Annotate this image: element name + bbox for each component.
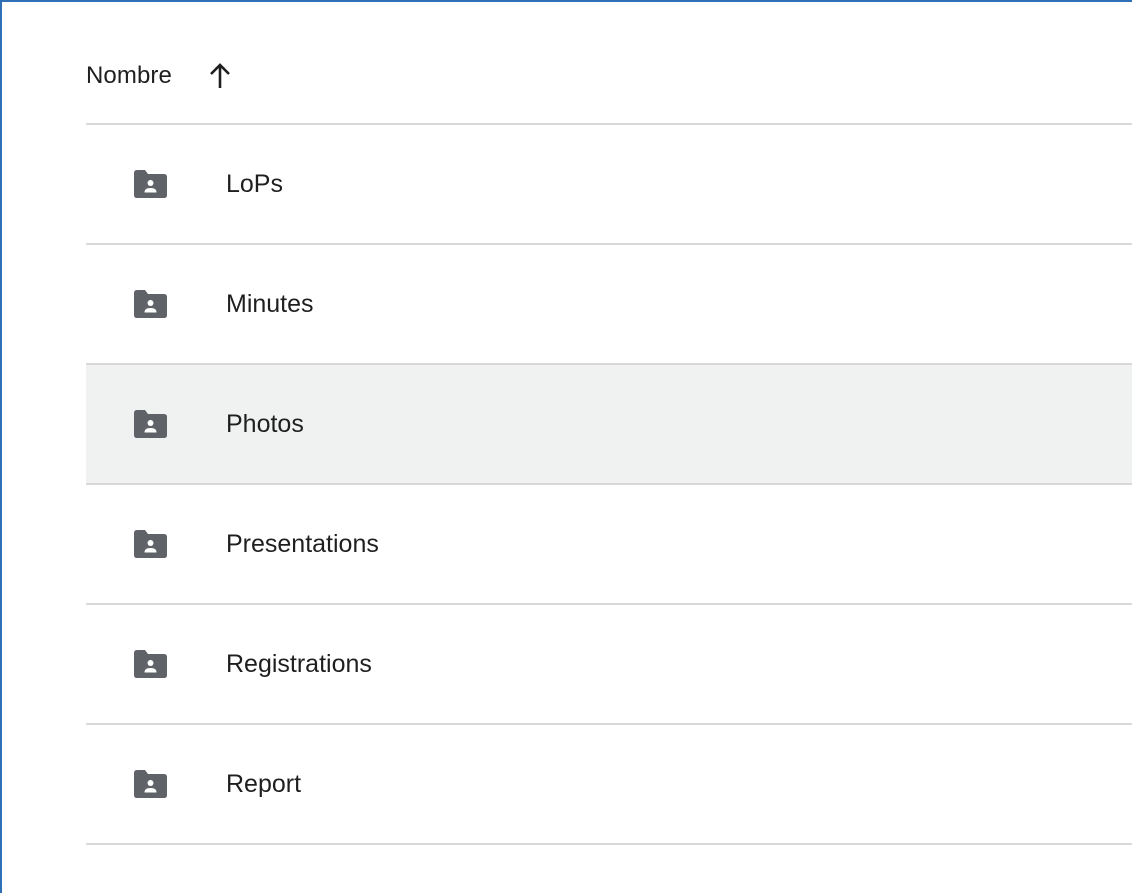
folder-row-report[interactable]: Report — [86, 725, 1132, 843]
file-list-panel: Nombre LoPs Minutes Photos Presentations… — [0, 0, 1132, 893]
name-column-label: Nombre — [86, 62, 172, 89]
folder-name: Presentations — [226, 529, 379, 558]
folder-row-presentations[interactable]: Presentations — [86, 485, 1132, 603]
folder-row-photos[interactable]: Photos — [86, 365, 1132, 483]
name-column-header[interactable]: Nombre — [86, 46, 232, 106]
folder-name: Photos — [226, 409, 304, 438]
folder-row-registrations[interactable]: Registrations — [86, 605, 1132, 723]
arrow-up-icon[interactable] — [208, 62, 232, 90]
shared-folder-icon — [132, 649, 168, 679]
shared-folder-icon — [132, 289, 168, 319]
folder-name: LoPs — [226, 169, 283, 198]
folder-name: Registrations — [226, 649, 372, 678]
folder-list: LoPs Minutes Photos Presentations Regist… — [86, 123, 1132, 845]
list-divider — [86, 843, 1132, 845]
shared-folder-icon — [132, 529, 168, 559]
folder-row-minutes[interactable]: Minutes — [86, 245, 1132, 363]
folder-row-lops[interactable]: LoPs — [86, 125, 1132, 243]
folder-name: Report — [226, 769, 302, 798]
shared-folder-icon — [132, 409, 168, 439]
folder-name: Minutes — [226, 289, 314, 318]
shared-folder-icon — [132, 769, 168, 799]
shared-folder-icon — [132, 169, 168, 199]
